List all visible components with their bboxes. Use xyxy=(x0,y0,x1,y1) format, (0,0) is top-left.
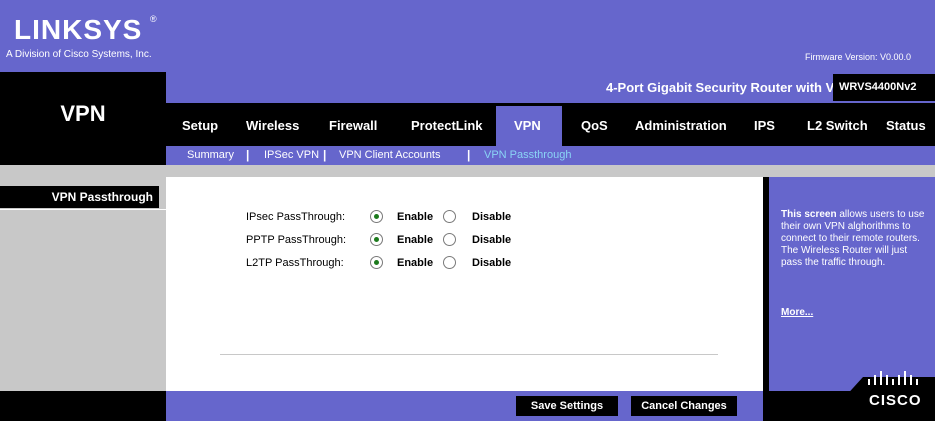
subtab-ipsec-vpn[interactable]: IPSec VPN xyxy=(264,149,319,161)
product-name: 4-Port Gigabit Security Router with VPN xyxy=(606,80,853,95)
cisco-logo-icon xyxy=(868,371,918,385)
pptp-enable-radio[interactable] xyxy=(370,233,383,246)
content-top-strip xyxy=(0,165,935,177)
ipsec-disable-label: Disable xyxy=(472,211,512,223)
settings-form: IPsec PassThrough: Enable Disable PPTP P… xyxy=(166,177,763,391)
left-panel-title: VPN Passthrough xyxy=(0,186,159,208)
tab-vpn[interactable]: VPN xyxy=(514,118,541,133)
logo-text: LINKSYS xyxy=(14,14,143,45)
ipsec-disable-radio[interactable] xyxy=(443,210,456,223)
model-number: WRVS4400Nv2 xyxy=(839,81,917,93)
content-divider xyxy=(220,354,718,355)
left-panel-divider xyxy=(0,209,166,210)
logo-registered-mark: ® xyxy=(150,14,157,24)
cancel-changes-button[interactable]: Cancel Changes xyxy=(631,396,737,416)
subnav-separator: | xyxy=(323,148,327,162)
linksys-logo: LINKSYS ® A Division of Cisco Systems, I… xyxy=(0,0,166,72)
footer-left xyxy=(0,391,166,421)
subtab-summary[interactable]: Summary xyxy=(187,149,234,161)
subtab-vpn-passthrough[interactable]: VPN Passthrough xyxy=(484,149,571,161)
tab-wireless[interactable]: Wireless xyxy=(246,118,299,133)
help-text: This screen allows users to use their ow… xyxy=(781,209,931,269)
tab-l2-switch[interactable]: L2 Switch xyxy=(807,118,868,133)
more-link[interactable]: More... xyxy=(781,307,813,318)
ipsec-enable-radio[interactable] xyxy=(370,210,383,223)
save-settings-button[interactable]: Save Settings xyxy=(516,396,618,416)
product-bar: 4-Port Gigabit Security Router with VPN … xyxy=(166,72,935,103)
logo-subtitle: A Division of Cisco Systems, Inc. xyxy=(6,49,152,60)
ipsec-passthrough-label: IPsec PassThrough: xyxy=(246,211,346,223)
help-text-bold: This screen xyxy=(781,209,837,220)
ipsec-enable-label: Enable xyxy=(397,211,434,223)
cisco-wordmark: CISCO xyxy=(869,392,922,409)
footer-bar: Save Settings Cancel Changes xyxy=(166,391,763,421)
tab-ips[interactable]: IPS xyxy=(754,118,775,133)
pptp-passthrough-label: PPTP PassThrough: xyxy=(246,234,347,246)
l2tp-passthrough-label: L2TP PassThrough: xyxy=(246,257,344,269)
l2tp-enable-label: Enable xyxy=(397,257,434,269)
tab-status[interactable]: Status xyxy=(886,118,926,133)
l2tp-disable-label: Disable xyxy=(472,257,512,269)
subnav-separator: | xyxy=(246,148,250,162)
tab-firewall[interactable]: Firewall xyxy=(329,118,377,133)
sub-nav: Summary | IPSec VPN | VPN Client Account… xyxy=(166,146,935,165)
main-nav: Setup Wireless Firewall ProtectLink VPN … xyxy=(166,106,935,146)
l2tp-disable-radio[interactable] xyxy=(443,256,456,269)
model-box: WRVS4400Nv2 xyxy=(833,74,935,101)
tab-setup[interactable]: Setup xyxy=(182,118,218,133)
pptp-disable-label: Disable xyxy=(472,234,512,246)
tab-qos[interactable]: QoS xyxy=(581,118,608,133)
subtab-vpn-client-accounts[interactable]: VPN Client Accounts xyxy=(339,149,441,161)
pptp-disable-radio[interactable] xyxy=(443,233,456,246)
tab-administration[interactable]: Administration xyxy=(635,118,727,133)
l2tp-enable-radio[interactable] xyxy=(370,256,383,269)
tab-protectlink[interactable]: ProtectLink xyxy=(411,118,483,133)
firmware-version: Firmware Version: V0.00.0 xyxy=(805,52,912,62)
pptp-enable-label: Enable xyxy=(397,234,434,246)
page-title: VPN xyxy=(60,101,106,126)
subnav-separator: | xyxy=(467,148,471,162)
